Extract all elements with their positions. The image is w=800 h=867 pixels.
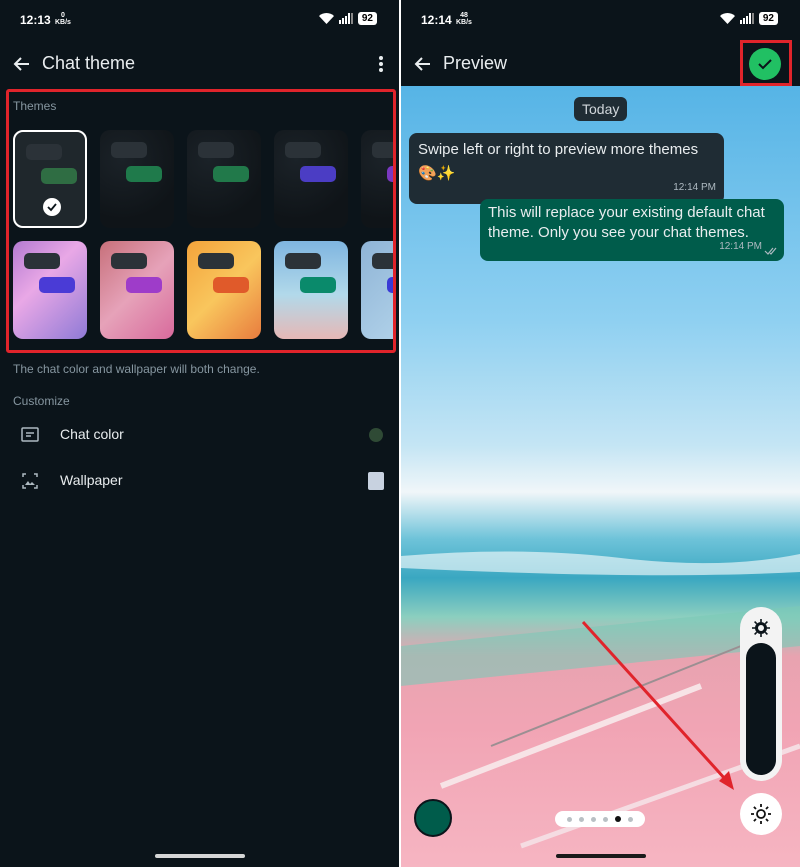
theme-outgoing-bubble xyxy=(126,277,162,293)
page-dot xyxy=(579,816,584,822)
theme-outgoing-bubble xyxy=(213,277,249,293)
network-speed-unit: KB/s xyxy=(55,19,71,26)
theme-incoming-bubble xyxy=(285,142,321,158)
wallpaper-label: Wallpaper xyxy=(60,472,123,488)
battery-indicator: 92 xyxy=(357,12,377,25)
network-speed: 48 KB/s xyxy=(456,12,472,26)
theme-incoming-bubble xyxy=(372,142,393,158)
preview-screen: 12:14 48 KB/s 92 Preview Today Swipe lef… xyxy=(401,0,800,867)
page-indicator xyxy=(555,811,645,827)
incoming-message-text: Swipe left or right to preview more them… xyxy=(418,141,699,182)
dimming-slider-track[interactable] xyxy=(746,643,776,775)
wallpaper-row[interactable]: Wallpaper xyxy=(0,461,399,501)
confirm-button[interactable] xyxy=(749,48,781,80)
selected-check-icon xyxy=(43,198,61,216)
theme-thumbnail[interactable] xyxy=(274,130,348,228)
theme-thumbnail[interactable] xyxy=(100,241,174,339)
theme-outgoing-bubble xyxy=(300,277,336,293)
more-options-icon[interactable] xyxy=(375,54,387,74)
theme-thumbnail[interactable] xyxy=(187,241,261,339)
theme-thumbnail[interactable] xyxy=(13,130,87,228)
confirm-highlight-box xyxy=(740,40,792,86)
battery-indicator: 92 xyxy=(758,12,778,25)
page-dot xyxy=(603,816,608,822)
theme-outgoing-bubble xyxy=(300,166,336,182)
network-speed-unit: KB/s xyxy=(456,19,472,26)
brightness-icon xyxy=(752,619,770,637)
network-speed-value: 0 xyxy=(61,12,65,19)
signal-icon xyxy=(739,13,754,24)
network-speed-value: 48 xyxy=(460,12,468,19)
theme-thumbnail[interactable] xyxy=(361,130,393,228)
chat-color-swatch xyxy=(369,428,383,442)
sun-icon xyxy=(751,804,771,824)
theme-outgoing-bubble xyxy=(39,277,75,293)
page-dot xyxy=(567,816,572,822)
theme-outgoing-bubble xyxy=(387,166,393,182)
status-icons: 92 xyxy=(719,12,778,25)
theme-thumbnail[interactable] xyxy=(100,130,174,228)
page-title: Preview xyxy=(443,53,508,73)
chat-theme-screen: 12:13 0 KB/s 92 Chat theme Themes The ch… xyxy=(0,0,399,867)
page-dot xyxy=(615,816,621,822)
page-dot xyxy=(628,816,633,822)
brightness-button[interactable] xyxy=(740,793,782,835)
status-bar: 12:14 48 KB/s 92 xyxy=(401,0,800,40)
theme-thumbnail[interactable] xyxy=(13,241,87,339)
chat-color-icon xyxy=(21,427,39,442)
chat-color-button[interactable] xyxy=(414,799,452,837)
theme-outgoing-bubble xyxy=(213,166,249,182)
theme-thumbnail[interactable] xyxy=(187,130,261,228)
outgoing-message-text: This will replace your existing default … xyxy=(488,204,765,241)
network-speed: 0 KB/s xyxy=(55,12,71,26)
status-time: 12:13 xyxy=(20,13,51,27)
back-arrow-icon[interactable] xyxy=(12,54,32,74)
theme-outgoing-bubble xyxy=(126,166,162,182)
date-chip: Today xyxy=(574,97,628,121)
signal-icon xyxy=(338,13,353,24)
theme-outgoing-bubble xyxy=(387,277,393,293)
themes-info-text: The chat color and wallpaper will both c… xyxy=(13,362,260,376)
chat-color-label: Chat color xyxy=(60,426,124,442)
theme-incoming-bubble xyxy=(111,142,147,158)
wallpaper-icon xyxy=(22,473,38,489)
theme-incoming-bubble xyxy=(26,144,62,160)
theme-incoming-bubble xyxy=(285,253,321,269)
double-tick-icon xyxy=(764,247,777,255)
chat-color-row[interactable]: Chat color xyxy=(0,415,399,455)
theme-incoming-bubble xyxy=(111,253,147,269)
app-bar: Chat theme xyxy=(0,42,399,86)
gesture-nav-bar xyxy=(556,854,646,858)
outgoing-message-time: 12:14 PM xyxy=(719,241,762,252)
theme-incoming-bubble xyxy=(198,253,234,269)
theme-incoming-bubble xyxy=(372,253,393,269)
theme-thumbnail[interactable] xyxy=(361,241,393,339)
wifi-icon xyxy=(318,13,334,24)
theme-thumbnail[interactable] xyxy=(274,241,348,339)
incoming-message-time: 12:14 PM xyxy=(673,182,716,193)
wallpaper-swatch xyxy=(368,472,384,490)
page-dot xyxy=(591,816,596,822)
outgoing-message-bubble: This will replace your existing default … xyxy=(480,199,784,261)
check-icon xyxy=(758,59,772,70)
themes-highlight-box: Themes xyxy=(6,89,396,353)
wifi-icon xyxy=(719,13,735,24)
status-bar: 12:13 0 KB/s 92 xyxy=(0,0,399,40)
status-time: 12:14 xyxy=(421,13,452,27)
theme-incoming-bubble xyxy=(198,142,234,158)
page-title: Chat theme xyxy=(42,53,136,73)
back-arrow-icon[interactable] xyxy=(413,54,433,74)
status-icons: 92 xyxy=(318,12,377,25)
theme-outgoing-bubble xyxy=(41,168,77,184)
incoming-message-bubble: Swipe left or right to preview more them… xyxy=(409,133,724,204)
dimming-slider[interactable] xyxy=(740,607,782,781)
customize-label: Customize xyxy=(13,394,70,408)
gesture-nav-bar xyxy=(155,854,245,858)
theme-incoming-bubble xyxy=(24,253,60,269)
themes-label: Themes xyxy=(13,99,57,113)
